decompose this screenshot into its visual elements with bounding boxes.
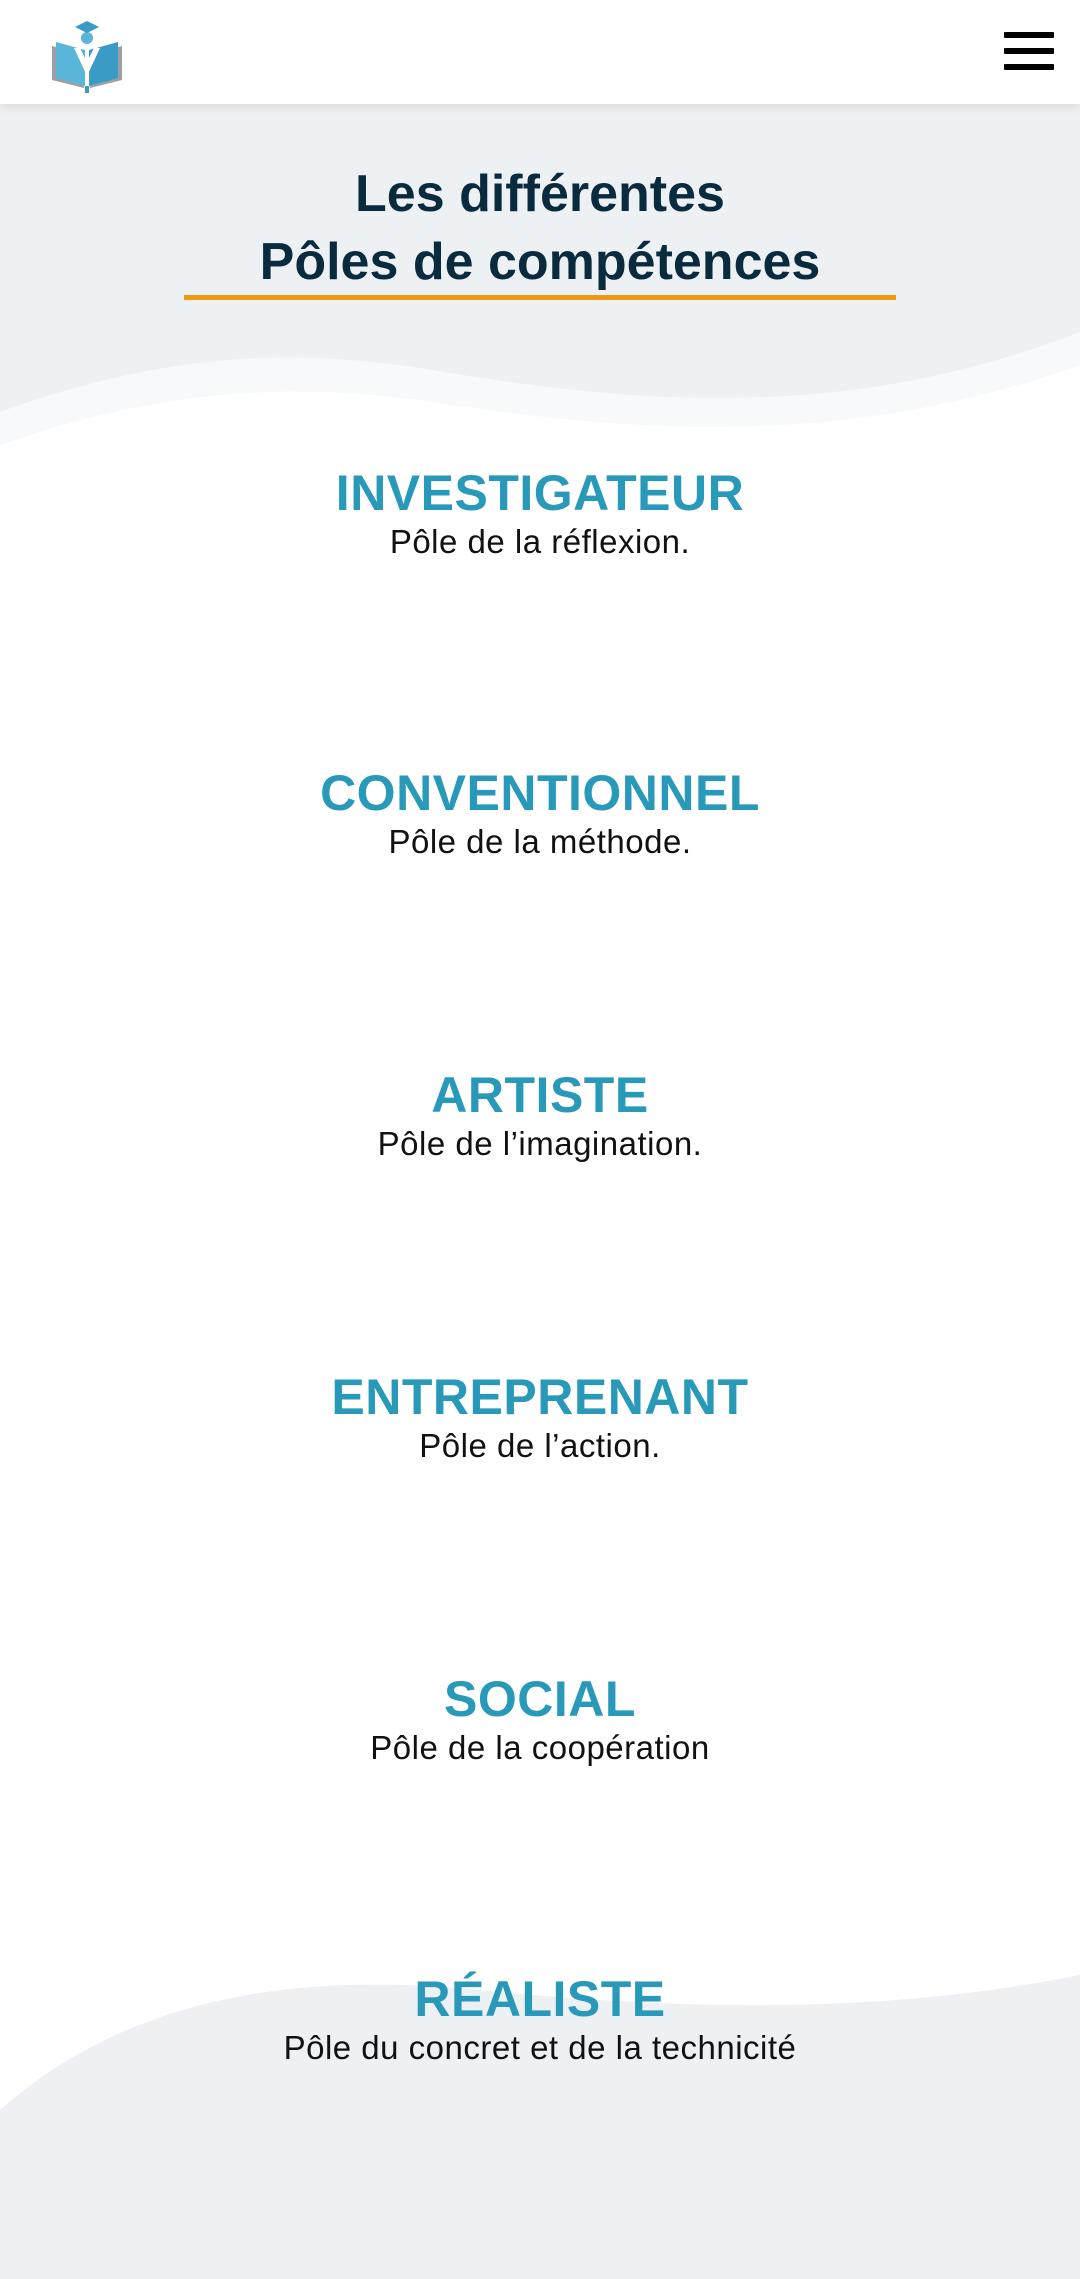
section-title: Les différentes Pôles de compétences — [0, 160, 1080, 296]
pole-name: CONVENTIONNEL — [320, 765, 760, 821]
top-navbar — [0, 0, 1080, 104]
pole-name: ENTREPRENANT — [331, 1369, 749, 1425]
pole-description: Pôle de la méthode. — [388, 823, 692, 860]
hamburger-menu-icon[interactable] — [1000, 26, 1056, 76]
pole-description: Pôle du concret et de la technicité — [283, 2029, 797, 2066]
pole-description: Pôle de la coopération — [370, 1729, 710, 1766]
pole-name: INVESTIGATEUR — [335, 465, 745, 521]
pole-description: Pôle de l’imagination. — [377, 1125, 703, 1162]
pole-description: Pôle de l’action. — [419, 1427, 661, 1464]
pole-item-investigateur: INVESTIGATEUR Pôle de la réflexion. — [0, 466, 1080, 564]
pole-description: Pôle de la réflexion. — [389, 523, 691, 560]
section-title-line-1: Les différentes — [355, 165, 725, 223]
pole-item-artiste: ARTISTE Pôle de l’imagination. — [0, 1068, 1080, 1166]
section-title-line-2: Pôles de compétences — [259, 233, 821, 291]
title-underline-divider — [184, 295, 896, 300]
pole-item-conventionnel: CONVENTIONNEL Pôle de la méthode. — [0, 766, 1080, 864]
pole-item-social: SOCIAL Pôle de la coopération — [0, 1672, 1080, 1770]
pole-item-realiste: RÉALISTE Pôle du concret et de la techni… — [0, 1972, 1080, 2070]
pole-name: ARTISTE — [431, 1067, 649, 1123]
pole-name: RÉALISTE — [414, 1971, 666, 2027]
pole-item-entreprenant: ENTREPRENANT Pôle de l’action. — [0, 1370, 1080, 1468]
graduate-book-logo-icon[interactable] — [48, 18, 126, 94]
pole-name: SOCIAL — [444, 1671, 636, 1727]
